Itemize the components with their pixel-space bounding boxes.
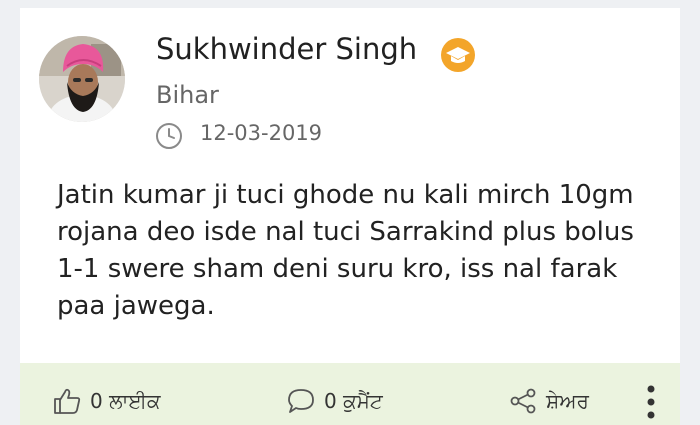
share-button[interactable]: ਸ਼ੇਅਰ [508, 385, 589, 417]
action-bar: 0 ਲਾਈਕ 0 ਕੁਮੈਂਟ ਸ਼ੇਅਰ [20, 363, 680, 425]
like-count-label: 0 ਲਾਈਕ [90, 389, 161, 413]
post-body: Jatin kumar ji tuci ghode nu kali mirch … [57, 180, 634, 321]
more-options-button[interactable] [642, 383, 660, 421]
vertical-ellipsis-icon [647, 385, 655, 419]
share-label: ਸ਼ੇਅਰ [546, 389, 589, 413]
share-icon [508, 386, 538, 416]
author-name[interactable]: Sukhwinder Singh [156, 32, 417, 66]
graduation-cap-badge-icon [440, 37, 476, 73]
clock-icon [154, 121, 184, 151]
post-date: 12-03-2019 [200, 121, 323, 145]
post-card: Sukhwinder Singh Bihar 12-03-2019 Jatin … [20, 8, 680, 425]
thumbs-up-icon [52, 386, 82, 416]
like-button[interactable]: 0 ਲਾਈਕ [52, 385, 161, 417]
avatar[interactable] [39, 36, 125, 122]
author-location: Bihar [156, 81, 219, 109]
comment-button[interactable]: 0 ਕੁਮੈਂਟ [286, 385, 383, 417]
comment-count-label: 0 ਕੁਮੈਂਟ [324, 389, 383, 413]
speech-bubble-icon [286, 386, 316, 416]
